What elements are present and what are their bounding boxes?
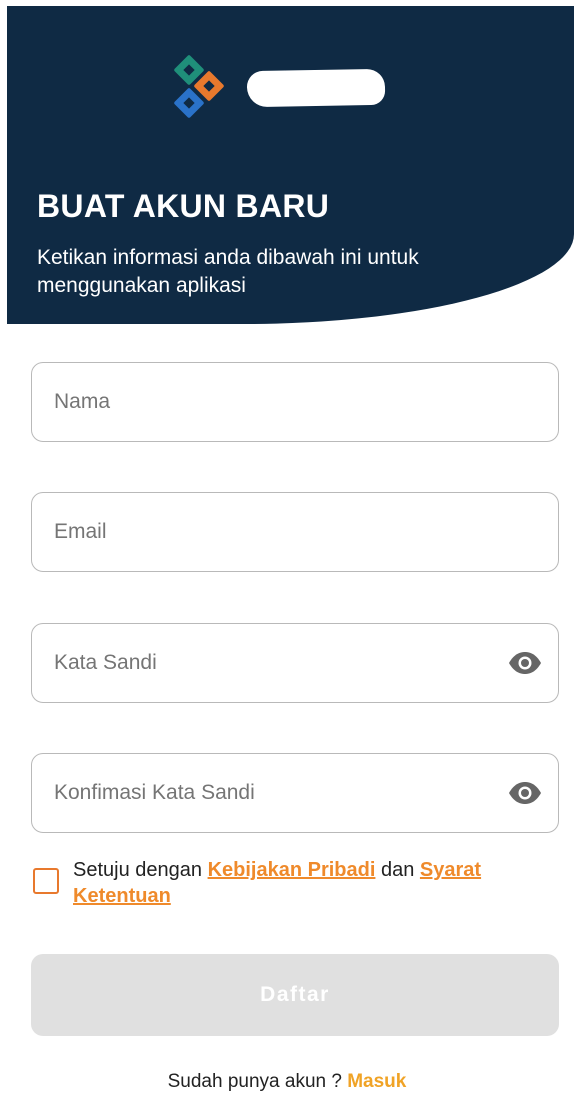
terms-conjunction: dan xyxy=(380,859,415,881)
register-screen: BUAT AKUN BARU Ketikan informasi anda di… xyxy=(0,0,574,1095)
name-field xyxy=(31,362,559,442)
password-field xyxy=(31,623,559,703)
page-title: BUAT AKUN BARU xyxy=(37,188,330,224)
privacy-policy-link[interactable]: Kebijakan Pribadi xyxy=(208,859,376,881)
brand-name-redacted xyxy=(246,68,386,108)
name-input[interactable] xyxy=(32,363,558,441)
password-input[interactable] xyxy=(32,624,558,702)
header-banner: BUAT AKUN BARU Ketikan informasi anda di… xyxy=(7,6,574,324)
app-logo-icon xyxy=(169,50,233,122)
confirm-password-field xyxy=(31,753,559,833)
terms-checkbox[interactable] xyxy=(33,868,59,894)
email-field xyxy=(31,492,559,572)
page-subtitle: Ketikan informasi anda dibawah ini untuk… xyxy=(37,246,419,297)
login-prompt: Sudah punya akun ? Masuk xyxy=(0,1071,574,1093)
register-button[interactable]: Daftar xyxy=(31,954,559,1036)
terms-label: Setuju dengan Kebijakan Pribadi dan Syar… xyxy=(73,857,543,909)
eye-icon[interactable] xyxy=(508,651,542,675)
eye-icon[interactable] xyxy=(508,781,542,805)
terms-prefix: Setuju dengan xyxy=(73,859,203,881)
login-link[interactable]: Masuk xyxy=(347,1071,406,1092)
confirm-password-input[interactable] xyxy=(32,754,558,832)
login-question: Sudah punya akun ? xyxy=(167,1071,342,1092)
email-input[interactable] xyxy=(32,493,558,571)
